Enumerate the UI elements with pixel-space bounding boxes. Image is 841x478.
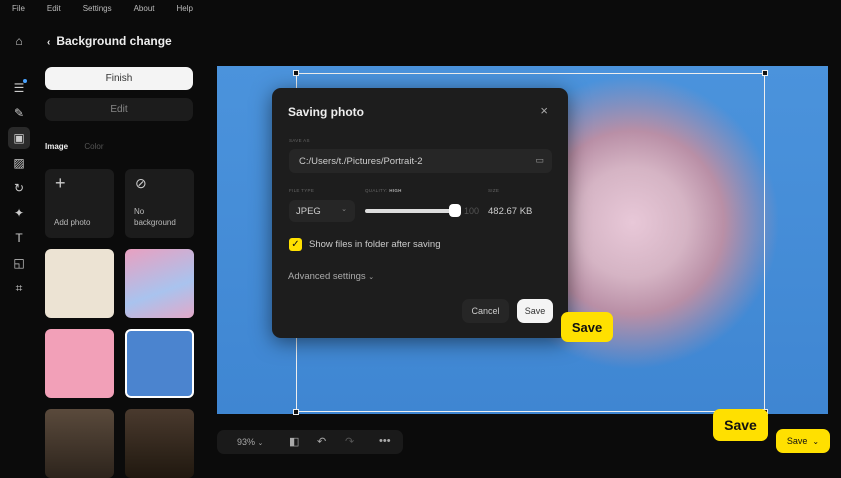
menu-about[interactable]: About: [134, 4, 155, 13]
undo-icon[interactable]: ↶: [317, 435, 326, 448]
edit-button[interactable]: Edit: [45, 98, 193, 121]
quality-slider[interactable]: [365, 204, 461, 217]
tabs: Image Color: [45, 142, 103, 151]
background-tile[interactable]: [45, 409, 114, 478]
chevron-down-icon: ⌄: [341, 206, 347, 213]
background-icon[interactable]: ▣: [8, 127, 30, 149]
adjust-icon[interactable]: ☰: [8, 77, 30, 99]
background-tile-selected[interactable]: [125, 329, 194, 398]
crop-handle[interactable]: [293, 70, 299, 76]
path-input[interactable]: C:/Users/t./Pictures/Portrait-2 ▭: [289, 149, 552, 173]
folder-icon[interactable]: ▭: [535, 155, 544, 166]
path-value: C:/Users/t./Pictures/Portrait-2: [299, 156, 423, 167]
save-callout: Save: [561, 312, 613, 342]
menu-settings[interactable]: Settings: [83, 4, 112, 13]
page-title: ‹ Background change: [47, 34, 172, 48]
more-icon[interactable]: •••: [379, 435, 391, 447]
compare-icon[interactable]: ◧: [289, 435, 299, 448]
show-files-checkbox[interactable]: ✓: [289, 238, 302, 251]
bandage-icon[interactable]: ✎: [8, 102, 30, 124]
dialog-save-button[interactable]: Save: [517, 299, 553, 323]
background-tile[interactable]: [125, 249, 194, 318]
sparkle-icon[interactable]: ✦: [8, 202, 30, 224]
size-label: SIZE: [488, 188, 500, 193]
show-files-label: Show files in folder after saving: [309, 239, 441, 250]
no-background-tile[interactable]: ⊘ No background: [125, 169, 194, 238]
close-icon[interactable]: ×: [540, 103, 548, 118]
chevron-down-icon: ⌄: [812, 436, 820, 446]
dialog-title: Saving photo: [288, 105, 364, 119]
cancel-button[interactable]: Cancel: [462, 299, 509, 323]
background-tile[interactable]: [45, 329, 114, 398]
save-dialog: Saving photo × SAVE AS C:/Users/t./Pictu…: [272, 88, 568, 338]
advanced-settings-toggle[interactable]: Advanced settings ⌄: [288, 271, 374, 282]
quality-value: 100: [464, 206, 480, 216]
zoom-select[interactable]: 93% ⌄: [237, 437, 263, 447]
file-type-select[interactable]: JPEG ⌄: [289, 200, 355, 222]
file-type-label: FILE TYPE: [289, 188, 315, 193]
save-button[interactable]: Save ⌄: [776, 429, 830, 453]
text-icon[interactable]: T: [8, 227, 30, 249]
finish-button[interactable]: Finish: [45, 67, 193, 90]
tab-image[interactable]: Image: [45, 142, 68, 151]
save-callout: Save: [713, 409, 768, 441]
bottom-toolbar: 93% ⌄ ◧ ↶ ↷ •••: [217, 430, 403, 454]
tab-color[interactable]: Color: [84, 142, 103, 151]
redo-icon[interactable]: ↷: [345, 435, 354, 448]
menu-file[interactable]: File: [12, 4, 25, 13]
frame-icon[interactable]: ◱: [8, 252, 30, 274]
rotate-icon[interactable]: ↻: [8, 177, 30, 199]
image-edit-icon[interactable]: ▨: [8, 152, 30, 174]
save-as-label: SAVE AS: [289, 138, 310, 143]
background-tile[interactable]: [45, 249, 114, 318]
crop-handle[interactable]: [762, 70, 768, 76]
slider-handle[interactable]: [449, 204, 461, 217]
add-photo-tile[interactable]: + Add photo: [45, 169, 114, 238]
plus-icon: +: [55, 173, 66, 193]
file-size: 482.67 KB: [488, 206, 533, 217]
menu-help[interactable]: Help: [177, 4, 193, 13]
crop-handle[interactable]: [293, 409, 299, 415]
home-icon[interactable]: ⌂: [8, 30, 30, 52]
back-icon[interactable]: ‹: [47, 37, 50, 48]
quality-label: QUALITY: HIGH: [365, 188, 402, 193]
background-tile[interactable]: [125, 409, 194, 478]
chevron-down-icon: ⌄: [368, 274, 375, 281]
crop-icon[interactable]: ⌗: [8, 277, 30, 299]
menu-bar: File Edit Settings About Help: [12, 4, 215, 13]
ban-icon: ⊘: [135, 175, 147, 191]
menu-edit[interactable]: Edit: [47, 4, 61, 13]
